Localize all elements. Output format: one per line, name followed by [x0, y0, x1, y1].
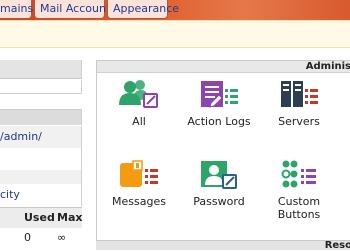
administration-panel: Adminis All Action Logs Servers Messages…	[96, 60, 350, 246]
notice-bar	[0, 20, 350, 48]
admin-item-action-logs-label: Action Logs	[187, 115, 251, 128]
max-column-header: Max	[57, 211, 83, 224]
admin-item-servers[interactable]: Servers	[257, 79, 341, 128]
max-value: ∞	[57, 231, 67, 244]
tab-appearance[interactable]: Appearance	[107, 0, 179, 19]
tab-domains[interactable]: mains	[0, 0, 33, 19]
password-icon	[197, 159, 241, 191]
admin-item-action-logs[interactable]: Action Logs	[177, 79, 261, 128]
admin-item-servers-label: Servers	[278, 115, 320, 128]
admin-item-password-label: Password	[193, 195, 245, 208]
admin-item-password[interactable]: Password	[177, 159, 261, 208]
usage-table-row: 0 ∞	[0, 228, 82, 248]
used-value: 0	[24, 231, 31, 244]
left-panel-header	[0, 60, 82, 79]
left-panel-link-admin[interactable]: /admin/	[0, 126, 82, 148]
administration-panel-title: Adminis	[97, 61, 350, 73]
admin-item-messages-label: Messages	[112, 195, 166, 208]
users-edit-icon	[117, 79, 161, 111]
custom-buttons-icon	[277, 159, 321, 191]
left-panel-row-empty	[0, 148, 82, 170]
admin-item-custom-buttons[interactable]: Custom Buttons	[257, 159, 341, 221]
usage-table-header: Used Max	[0, 207, 82, 228]
resources-panel-header: Reso	[96, 240, 350, 251]
admin-item-all-label: All	[132, 115, 146, 128]
messages-icon	[117, 159, 161, 191]
servers-icon	[277, 79, 321, 111]
admin-item-messages[interactable]: Messages	[97, 159, 181, 208]
tab-mail-accounts[interactable]: Mail Accounts	[34, 0, 116, 19]
admin-item-all[interactable]: All	[97, 79, 181, 128]
used-column-header: Used	[24, 211, 55, 224]
left-panel-link-city[interactable]: city	[0, 184, 82, 206]
admin-item-custom-buttons-label: Custom Buttons	[277, 195, 321, 221]
action-logs-icon	[197, 79, 241, 111]
left-panel-subheader	[0, 109, 82, 125]
left-panel-input[interactable]	[0, 80, 82, 94]
